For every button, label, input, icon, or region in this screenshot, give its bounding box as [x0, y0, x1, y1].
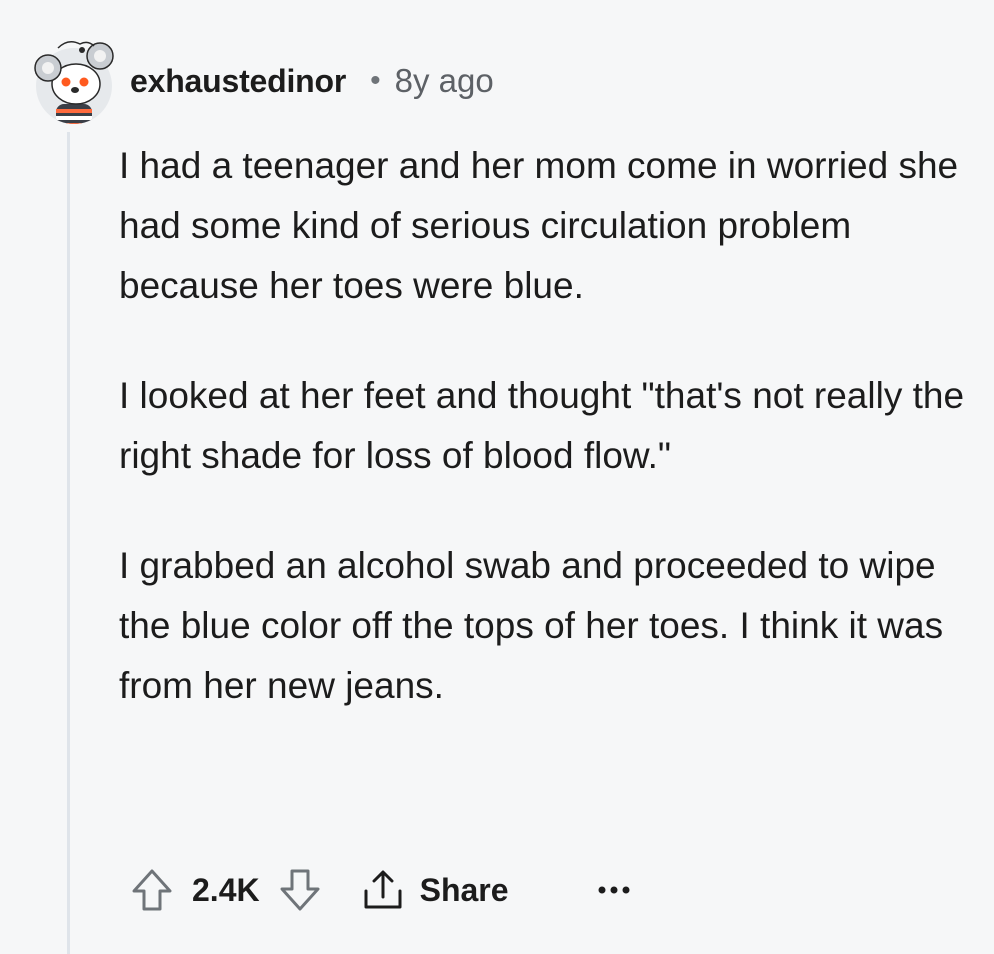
comment-paragraph: I looked at her feet and thought "that's… — [119, 375, 965, 476]
comment-body: I had a teenager and her mom come in wor… — [119, 136, 969, 766]
comment-header: exhaustedinor • 8y ago — [130, 58, 494, 104]
comment-actions: 2.4K Share — [130, 860, 631, 920]
avatar[interactable] — [24, 34, 116, 126]
koala-avatar-icon — [34, 41, 114, 124]
comment-paragraph: I had a teenager and her mom come in wor… — [119, 145, 959, 306]
share-button[interactable]: Share — [360, 867, 509, 913]
upvote-button[interactable] — [130, 867, 174, 913]
share-icon — [364, 870, 402, 909]
timestamp[interactable]: 8y ago — [395, 62, 494, 100]
more-options-button[interactable] — [597, 884, 631, 896]
more-dots-icon — [598, 886, 630, 894]
arrow-up-icon — [132, 869, 172, 911]
downvote-button[interactable] — [278, 867, 322, 913]
comment-paragraph: I grabbed an alcohol swab and proceeded … — [119, 545, 944, 706]
comment: exhaustedinor • 8y ago I had a teenager … — [0, 0, 994, 954]
thread-line[interactable] — [67, 132, 70, 954]
username-link[interactable]: exhaustedinor — [130, 63, 346, 100]
meta-separator: • — [370, 64, 381, 97]
share-label: Share — [419, 871, 509, 908]
arrow-down-icon — [280, 869, 320, 911]
vote-count: 2.4K — [192, 871, 260, 908]
